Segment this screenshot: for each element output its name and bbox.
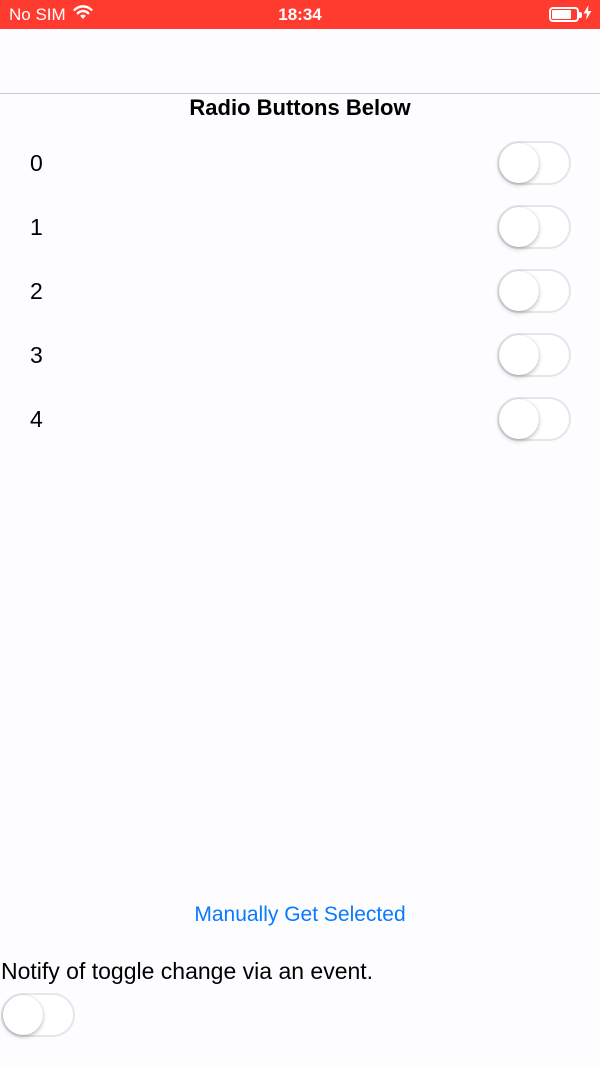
radio-row-2[interactable]: 2 — [0, 261, 600, 321]
radio-label: 1 — [30, 214, 43, 240]
radio-switch-3[interactable] — [497, 333, 571, 377]
battery-tip — [579, 12, 582, 18]
notify-label: Notify of toggle change via an event. — [1, 958, 374, 984]
radio-switch-1[interactable] — [497, 205, 571, 249]
switch-knob — [499, 207, 539, 247]
radio-label: 0 — [30, 150, 43, 176]
radio-switch-4[interactable] — [497, 397, 571, 441]
manually-get-selected-button[interactable]: Manually Get Selected — [0, 900, 600, 930]
radio-row-1[interactable]: 1 — [0, 197, 600, 257]
switch-knob — [499, 335, 539, 375]
radio-row-0[interactable]: 0 — [0, 133, 600, 193]
battery-icon — [549, 7, 582, 22]
radio-label: 2 — [30, 278, 43, 304]
radio-switch-2[interactable] — [497, 269, 571, 313]
switch-knob — [499, 399, 539, 439]
status-right — [549, 0, 592, 29]
radio-row-4[interactable]: 4 — [0, 389, 600, 449]
switch-knob — [499, 143, 539, 183]
radio-row-3[interactable]: 3 — [0, 325, 600, 385]
status-time: 18:34 — [278, 5, 322, 24]
charging-bolt-icon — [583, 0, 592, 29]
battery-fill — [552, 10, 571, 19]
switch-knob — [499, 271, 539, 311]
radio-switch-0[interactable] — [497, 141, 571, 185]
page-title: Radio Buttons Below — [189, 95, 411, 120]
navigation-bar — [0, 29, 600, 94]
radio-label: 4 — [30, 406, 43, 432]
status-bar: No SIM 18:34 — [0, 0, 600, 29]
radio-label: 3 — [30, 342, 43, 368]
notify-switch[interactable] — [1, 993, 75, 1037]
switch-knob — [3, 995, 43, 1035]
